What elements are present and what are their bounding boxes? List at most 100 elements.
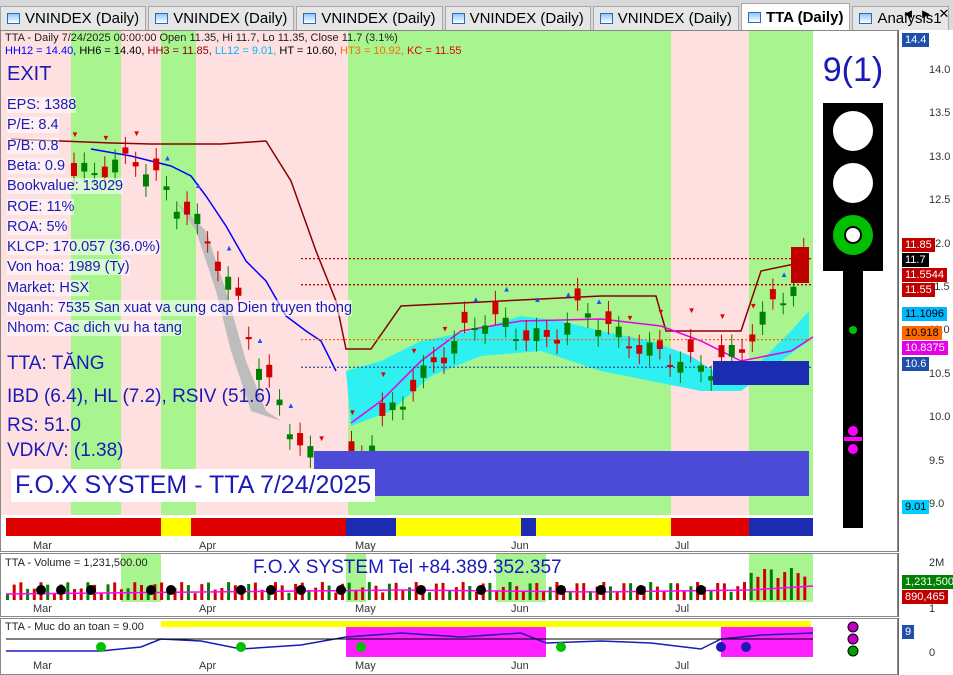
candle <box>461 311 468 323</box>
tab-5[interactable]: TTA (Daily) <box>740 3 851 30</box>
chart-tab-icon <box>155 13 169 24</box>
y-tick-label: 2M <box>929 557 945 569</box>
month-label: Mar <box>33 603 52 615</box>
indicator-value: HH3 = 11.85, <box>147 45 215 57</box>
buy-arrow-icon: ▲ <box>256 336 264 345</box>
volume-bar <box>401 590 405 600</box>
volume-bar <box>803 576 807 600</box>
candle <box>554 339 561 344</box>
volume-bar <box>542 590 545 600</box>
meter-dot-magenta-2 <box>848 444 858 454</box>
volume-bar <box>783 572 787 600</box>
tab-4[interactable]: VNINDEX (Daily) <box>592 6 739 30</box>
y-tick-label: 12.5 <box>929 194 951 207</box>
tab-0[interactable]: VNINDEX (Daily) <box>0 6 147 30</box>
volume-bar <box>193 593 197 600</box>
target-box <box>713 361 809 385</box>
candle <box>687 339 694 352</box>
tab-label: TTA (Daily) <box>765 8 844 26</box>
candle <box>574 288 581 301</box>
volume-bar <box>689 586 693 600</box>
candle <box>656 340 663 350</box>
buy-arrow-icon: ▲ <box>225 244 233 253</box>
signal-label: EXIT <box>7 63 52 85</box>
volume-dot <box>636 585 646 595</box>
volume-bar <box>441 582 445 600</box>
volume-bar <box>709 591 713 600</box>
candle <box>533 328 540 342</box>
trend-strip-segment <box>161 518 191 536</box>
traffic-light-middle <box>833 163 873 203</box>
price-tag: 11.7 <box>902 253 929 267</box>
fundamental-item: Beta: 0.9 <box>7 157 66 174</box>
volume-dot <box>36 585 46 595</box>
tab-next-button[interactable]: ► <box>919 6 933 22</box>
safety-header: TTA - Muc do an toan = 9.00 <box>5 621 144 633</box>
safety-axis: 09 <box>898 618 953 675</box>
volume-bar <box>501 586 505 600</box>
safety-panel[interactable]: Mar Apr May Jun Jul TTA - Muc do an toan = 9… <box>0 618 898 675</box>
traffic-light-top <box>833 111 873 151</box>
volume-dot <box>596 585 606 595</box>
tab-close-button[interactable]: ✕ <box>937 6 951 22</box>
candle <box>132 162 139 167</box>
tab-1[interactable]: VNINDEX (Daily) <box>148 6 295 30</box>
volume-bar <box>722 583 726 600</box>
volume-bar <box>749 572 753 600</box>
volume-dot <box>476 585 486 595</box>
candle <box>739 349 746 353</box>
volume-bar <box>548 586 552 600</box>
tab-label: VNINDEX (Daily) <box>25 10 140 27</box>
meter-bar-magenta <box>844 437 862 441</box>
volume-bar <box>327 585 331 600</box>
safety-tag: 9 <box>902 625 915 639</box>
volume-bar <box>454 587 458 600</box>
volume-bar <box>716 583 720 600</box>
indicator-value: HT = 10.60, <box>279 45 341 57</box>
price-tag: 11.55 <box>902 283 935 297</box>
candle <box>348 441 355 451</box>
tab-3[interactable]: VNINDEX (Daily) <box>444 6 591 30</box>
candle <box>728 344 735 357</box>
volume-bar <box>769 569 773 600</box>
candle <box>564 322 571 335</box>
candle <box>584 313 591 318</box>
y-tick-label: 9.5 <box>929 454 945 467</box>
volume-bar <box>354 590 358 600</box>
score-label: 9(1) <box>822 51 884 89</box>
tab-prev-button[interactable]: ◄ <box>901 6 915 22</box>
tab-2[interactable]: VNINDEX (Daily) <box>296 6 443 30</box>
candle <box>389 402 396 410</box>
volume-bar <box>99 593 103 600</box>
month-label: Jun <box>511 603 529 615</box>
contact-line: F.O.X SYSTEM Tel +84.389.352.357 <box>253 557 562 578</box>
price-tag: 10.918 <box>902 326 942 340</box>
price-tag: 14.4 <box>902 33 930 47</box>
candle <box>543 329 550 337</box>
volume-bar <box>126 588 130 600</box>
volume-bar <box>789 568 793 600</box>
price-panel[interactable]: ▼ ▼ ▼ ▲ ▲ ▲ ▲ ▲ ▼ ▼ ▼ ▼ ▼ ▲ ▲ ▲ ▲ ▲ ▼ ▼ ▼ ▼ ▼ ▲ Mar Apr May Jun Jul … <box>0 30 898 552</box>
fundamental-item: Bookvalue: 13029 <box>7 178 124 195</box>
volume-bar <box>113 582 117 600</box>
volume-panel[interactable]: Mar Apr May Jun Jul TTA - Volume = 1,231,500… <box>0 553 898 617</box>
buy-arrow-icon: ▲ <box>472 295 480 304</box>
vdk-ratio: VDK/V: (1.38) <box>7 440 124 461</box>
buy-arrow-icon: ▲ <box>595 297 603 306</box>
candle <box>512 339 519 342</box>
month-label: Apr <box>199 603 216 615</box>
candle <box>81 162 88 172</box>
legend-dot <box>847 633 859 645</box>
volume-dot <box>166 585 176 595</box>
indicator-value: HT3 = 10.92, <box>340 45 408 57</box>
price-axis: 14.013.513.012.512.011.511.010.510.09.59… <box>898 30 953 552</box>
safety-dot <box>716 642 726 652</box>
volume-bar <box>133 582 137 600</box>
candle <box>276 399 283 406</box>
traffic-light <box>823 103 883 271</box>
candle <box>749 334 756 342</box>
buy-arrow-icon: ▲ <box>534 295 542 304</box>
sell-arrow-icon: ▼ <box>626 313 634 322</box>
candle <box>266 364 273 378</box>
trend-strip-segment <box>521 518 536 536</box>
